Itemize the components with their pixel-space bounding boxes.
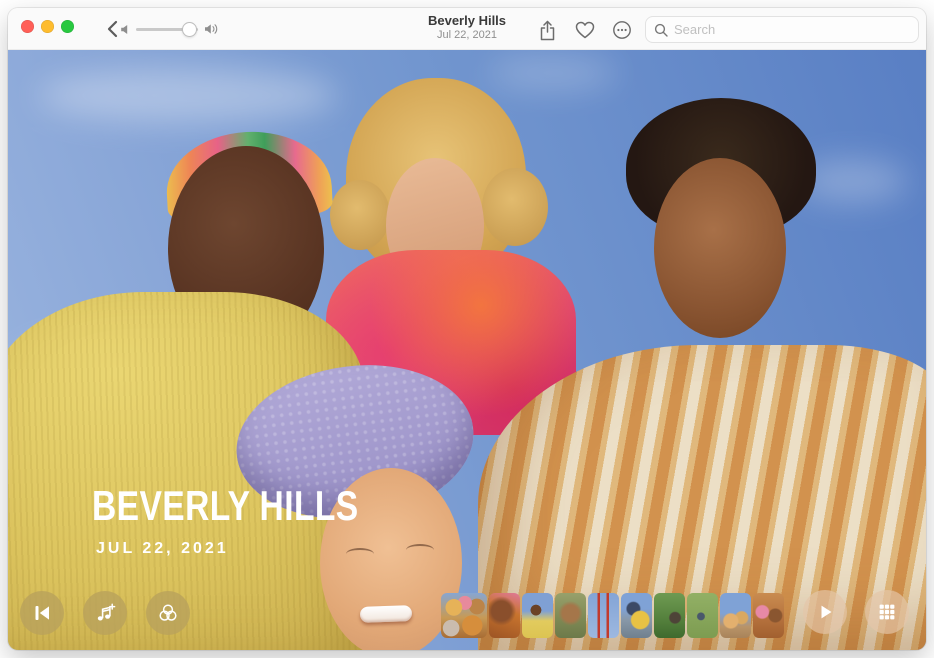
add-music-button[interactable] (83, 591, 127, 635)
search-field[interactable] (645, 16, 919, 43)
thumb-yellow-shirt[interactable] (522, 593, 553, 638)
thumb-portrait-orange[interactable] (489, 593, 520, 638)
share-button[interactable] (534, 17, 560, 43)
photos-memory-window: Beverly Hills Jul 22, 2021 (8, 8, 926, 650)
heart-icon (575, 21, 595, 39)
window-title: Beverly Hills (428, 13, 506, 29)
search-icon (654, 23, 668, 37)
ellipsis-circle-icon (612, 20, 632, 40)
memory-date: JUL 22, 2021 (96, 540, 229, 558)
person-center-curl (330, 180, 390, 250)
person-front-eye (346, 548, 374, 560)
person-right-face (654, 158, 786, 338)
person-front-smile (360, 605, 413, 623)
thumb-red-ladder[interactable] (588, 593, 619, 638)
thumb-green-field[interactable] (687, 593, 718, 638)
volume-control (120, 8, 219, 50)
play-button[interactable] (803, 590, 847, 634)
favorite-button[interactable] (572, 17, 598, 43)
thumb-olive-portrait[interactable] (555, 593, 586, 638)
color-filters-icon (157, 602, 179, 624)
window-title-block: Beverly Hills Jul 22, 2021 (428, 13, 506, 43)
thumb-yellow-bag[interactable] (621, 593, 652, 638)
minimize-button[interactable] (41, 20, 54, 33)
grid-icon (877, 602, 897, 622)
memory-title: BEVERLY HILLS (92, 482, 359, 530)
volume-slider[interactable] (136, 28, 198, 31)
person-center-curl (482, 168, 548, 246)
volume-knob[interactable] (182, 22, 197, 37)
window-subtitle: Jul 22, 2021 (428, 29, 506, 43)
thumb-greenery[interactable] (654, 593, 685, 638)
music-notes-plus-icon (94, 602, 116, 624)
thumb-selfie-sky[interactable] (720, 593, 751, 638)
zoom-button[interactable] (61, 20, 74, 33)
volume-high-icon (204, 23, 219, 35)
grid-button[interactable] (865, 590, 909, 634)
thumb-orange-pair[interactable] (753, 593, 784, 638)
person-front-eye (406, 544, 434, 556)
search-input[interactable] (674, 22, 910, 37)
restart-button[interactable] (20, 591, 64, 635)
skip-to-start-icon (32, 603, 52, 623)
share-icon (539, 20, 556, 41)
more-button[interactable] (609, 17, 635, 43)
titlebar: Beverly Hills Jul 22, 2021 (8, 8, 926, 50)
close-button[interactable] (21, 20, 34, 33)
chevron-left-icon (106, 20, 118, 38)
play-icon (815, 602, 835, 622)
cloud (488, 56, 618, 90)
thumbnail-strip[interactable] (441, 593, 784, 638)
memory-looks-button[interactable] (146, 591, 190, 635)
thumb-current-group[interactable] (441, 593, 487, 638)
cloud (38, 68, 338, 123)
volume-low-icon (120, 24, 130, 35)
memory-cover-photo: BEVERLY HILLS JUL 22, 2021 (8, 50, 926, 650)
